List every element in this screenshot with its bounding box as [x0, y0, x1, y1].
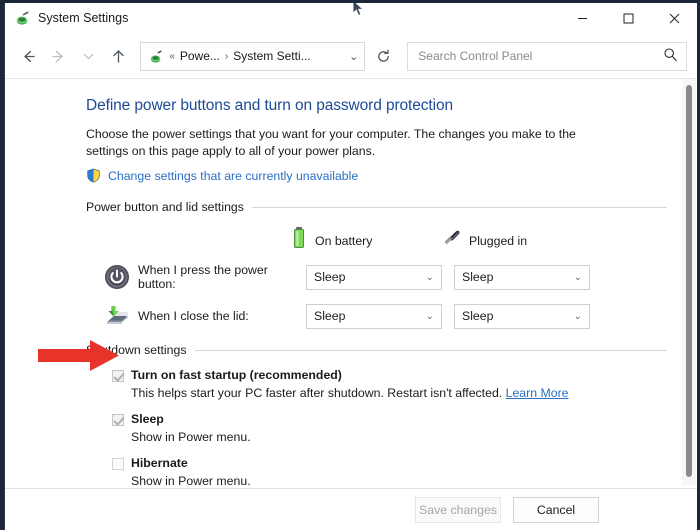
shutdown-section-heading: Shutdown settings [86, 343, 187, 357]
fast-startup-description-text: This helps start your PC faster after sh… [131, 386, 502, 400]
up-button[interactable] [104, 41, 132, 71]
power-plug-icon [439, 228, 461, 253]
chevron-down-icon[interactable]: ⌄ [349, 50, 358, 63]
page-title: Define power buttons and turn on passwor… [86, 97, 667, 115]
option-fast-startup[interactable]: Turn on fast startup (recommended) [112, 367, 667, 384]
close-lid-plugged-in-select[interactable]: Sleep ⌄ [454, 304, 590, 329]
back-button[interactable] [15, 41, 43, 71]
forward-button[interactable] [45, 41, 73, 71]
plugged-in-label: Plugged in [469, 234, 527, 248]
page-intro: Choose the power settings that you want … [86, 126, 598, 160]
option-hibernate[interactable]: Hibernate [112, 455, 667, 472]
on-battery-label: On battery [315, 234, 372, 248]
shutdown-section-header: Shutdown settings [86, 343, 667, 357]
fast-startup-checkbox[interactable] [112, 370, 124, 382]
column-plugged-in: Plugged in [439, 228, 587, 253]
title-bar: System Settings [5, 3, 697, 34]
control-panel-icon-small [149, 49, 164, 64]
search-icon[interactable] [663, 47, 678, 65]
fast-startup-label: Turn on fast startup (recommended) [131, 367, 342, 384]
chevron-down-icon: ⌄ [426, 272, 434, 283]
breadcrumb-item-power[interactable]: Powe... [180, 49, 220, 63]
sleep-label: Sleep [131, 411, 164, 428]
window-controls [559, 3, 697, 34]
power-button-on-battery-select[interactable]: Sleep ⌄ [306, 265, 442, 290]
chevron-down-icon: ⌄ [574, 311, 582, 322]
fast-startup-description: This helps start your PC faster after sh… [131, 385, 667, 402]
mouse-cursor [352, 3, 366, 19]
laptop-lid-icon [104, 303, 130, 329]
chevron-down-icon: ⌄ [574, 272, 582, 283]
section-divider [252, 207, 667, 208]
shutdown-options-list: Turn on fast startup (recommended) This … [86, 367, 667, 500]
address-bar[interactable]: « Powe... › System Setti... ⌄ [140, 42, 365, 71]
selected-value: Sleep [314, 309, 426, 323]
power-section-header: Power button and lid settings [86, 200, 667, 214]
setting-row-power-button: When I press the power button: Sleep ⌄ S… [86, 263, 667, 291]
selected-value: Sleep [462, 270, 574, 284]
vertical-scrollbar[interactable] [682, 79, 696, 486]
power-button-icon [104, 264, 130, 290]
change-settings-link-row[interactable]: Change settings that are currently unava… [86, 168, 667, 183]
minimize-button[interactable] [559, 3, 605, 34]
selected-value: Sleep [314, 270, 426, 284]
breadcrumb-separator: › [225, 51, 228, 62]
control-panel-icon [15, 10, 31, 26]
close-button[interactable] [651, 3, 697, 34]
search-input[interactable] [418, 49, 663, 63]
power-button-plugged-in-select[interactable]: Sleep ⌄ [454, 265, 590, 290]
column-on-battery: On battery [291, 226, 439, 255]
uac-shield-icon [86, 168, 101, 183]
content-area: Define power buttons and turn on passwor… [5, 78, 697, 500]
power-section-heading: Power button and lid settings [86, 200, 244, 214]
option-sleep[interactable]: Sleep [112, 411, 667, 428]
refresh-button[interactable] [369, 42, 397, 71]
scrollbar-thumb[interactable] [686, 85, 692, 477]
power-button-label: When I press the power button: [138, 263, 306, 291]
navigation-bar: « Powe... › System Setti... ⌄ [5, 34, 697, 78]
search-box[interactable] [407, 42, 687, 71]
breadcrumb-root-separator: « [169, 51, 175, 62]
setting-row-close-lid: When I close the lid: Sleep ⌄ Sleep ⌄ [86, 303, 667, 329]
learn-more-link[interactable]: Learn More [506, 386, 569, 400]
sleep-description: Show in Power menu. [131, 429, 667, 446]
recent-locations-button[interactable] [75, 41, 103, 71]
save-changes-button[interactable]: Save changes [415, 497, 501, 523]
hibernate-checkbox[interactable] [112, 458, 124, 470]
cancel-button[interactable]: Cancel [513, 497, 599, 523]
window-title: System Settings [38, 10, 128, 26]
footer-bar: Save changes Cancel [5, 488, 697, 530]
battery-icon [291, 226, 307, 255]
change-unavailable-settings-link[interactable]: Change settings that are currently unava… [108, 169, 358, 183]
breadcrumb-item-system-settings[interactable]: System Setti... [233, 49, 310, 63]
section-divider [195, 350, 668, 351]
close-lid-label: When I close the lid: [138, 309, 306, 323]
hibernate-label: Hibernate [131, 455, 188, 472]
close-lid-on-battery-select[interactable]: Sleep ⌄ [306, 304, 442, 329]
selected-value: Sleep [462, 309, 574, 323]
power-columns-header: On battery Plugged in [86, 226, 667, 255]
maximize-button[interactable] [605, 3, 651, 34]
chevron-down-icon: ⌄ [426, 311, 434, 322]
sleep-checkbox[interactable] [112, 414, 124, 426]
system-settings-window: System Settings [4, 3, 697, 530]
title-bar-left: System Settings [15, 10, 128, 26]
